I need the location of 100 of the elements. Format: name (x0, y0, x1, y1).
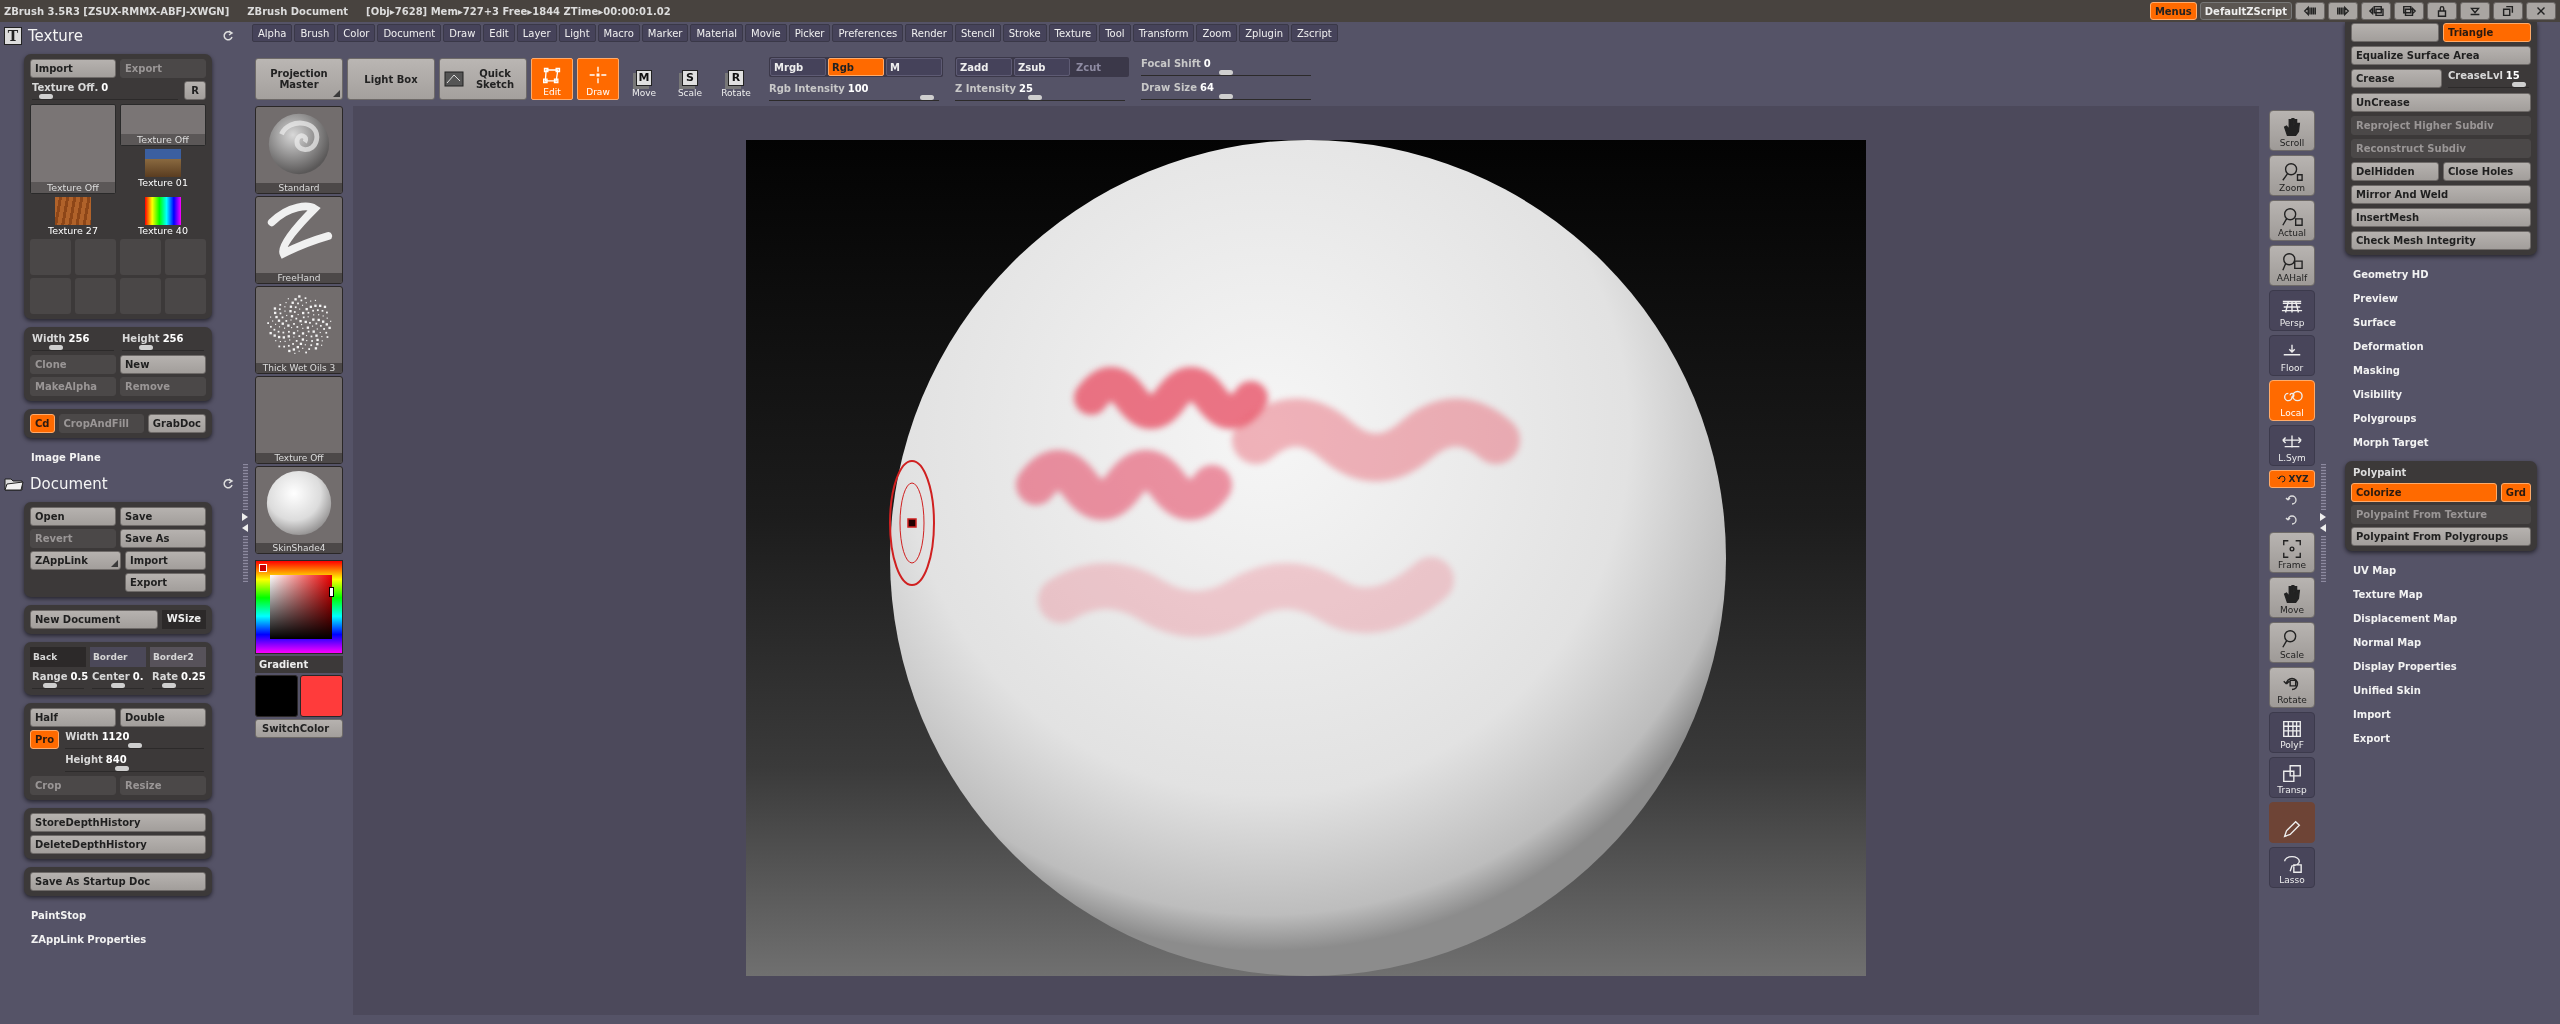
palette-button[interactable]: DeleteDepthHistory (30, 835, 206, 854)
scroll-grip[interactable] (2320, 464, 2326, 510)
menu-item[interactable]: Brush (294, 24, 336, 42)
texture-thumbnail[interactable]: Texture Off (120, 104, 206, 146)
menu-item[interactable]: Document (377, 24, 442, 42)
palette-button[interactable]: UnCrease (2351, 93, 2531, 112)
toolbar-button[interactable]: Projection Master (255, 58, 343, 100)
subpalette-heading[interactable]: Morph Target (2330, 431, 2560, 455)
slider-track[interactable] (32, 345, 114, 351)
palette-button[interactable]: Open (30, 507, 116, 526)
window-button[interactable] (2394, 2, 2424, 20)
view-tool-button[interactable]: Transp (2269, 757, 2315, 798)
window-button[interactable] (2361, 2, 2391, 20)
palette-button[interactable]: Export (125, 573, 206, 592)
depth-toggle[interactable]: Zadd (956, 58, 1012, 76)
window-button[interactable] (2295, 2, 2325, 20)
titlebar-button[interactable]: DefaultZScript (2199, 2, 2292, 20)
menu-item[interactable]: Draw (443, 24, 482, 42)
slider-track[interactable] (152, 683, 204, 689)
channel-toggle[interactable]: Mrgb (770, 58, 826, 76)
menu-item[interactable]: Stroke (1002, 24, 1047, 42)
palette-button[interactable]: ZAppLink (30, 551, 121, 570)
window-button[interactable] (2328, 2, 2358, 20)
view-tool-button[interactable]: Lasso (2269, 847, 2315, 888)
subpalette-heading[interactable]: Visibility (2330, 383, 2560, 407)
view-tool-button[interactable]: Scale (2269, 622, 2315, 663)
palette-title[interactable]: Document (30, 475, 108, 493)
refresh-icon[interactable] (222, 30, 234, 42)
color-swatch[interactable] (300, 675, 343, 717)
slider-handle[interactable] (1219, 94, 1233, 99)
palette-button[interactable]: StoreDepthHistory (30, 813, 206, 832)
palette-button[interactable]: Save As (120, 529, 206, 548)
channel-toggle[interactable]: M (886, 58, 942, 76)
view-tool-button[interactable]: Persp (2269, 290, 2315, 331)
palette-button[interactable]: Close Holes (2443, 162, 2531, 181)
menu-item[interactable]: Render (905, 24, 953, 42)
subpalette-heading[interactable]: ZAppLink Properties (0, 928, 240, 952)
gradient-label[interactable]: Gradient (255, 656, 343, 673)
menu-item[interactable]: Zscript (1291, 24, 1338, 42)
slider-track[interactable] (65, 743, 204, 749)
subpalette-heading[interactable]: Deformation (2330, 335, 2560, 359)
menu-item[interactable]: Transform (1132, 24, 1195, 42)
window-button[interactable] (2460, 2, 2490, 20)
slider-track[interactable] (32, 683, 84, 689)
slider-handle[interactable] (161, 683, 176, 688)
subpalette-heading[interactable]: Geometry HD (2330, 263, 2560, 287)
switch-color-button[interactable]: SwitchColor (255, 719, 343, 738)
menu-item[interactable]: Color (337, 24, 376, 42)
palette-button[interactable]: DelHidden (2351, 162, 2439, 181)
color-button[interactable]: Border2 (150, 647, 206, 667)
palette-button[interactable]: InsertMesh (2351, 208, 2531, 227)
color-button[interactable]: Back (30, 647, 86, 667)
scroll-grip[interactable] (2320, 536, 2326, 582)
slider-handle[interactable] (43, 683, 58, 688)
palette-button[interactable]: Cd (30, 414, 55, 433)
texture-thumbnail[interactable]: Texture Off (30, 104, 116, 194)
toolbar-button[interactable]: Light Box (347, 58, 435, 100)
brush-thumbnail[interactable]: Texture Off (255, 376, 343, 464)
rotate-icon[interactable] (2284, 492, 2300, 508)
menu-item[interactable]: Material (690, 24, 744, 42)
color-button[interactable]: Border (90, 647, 146, 667)
toolbar-button[interactable]: Quick Sketch (439, 58, 527, 100)
view-tool-button[interactable]: AAHalf (2269, 245, 2315, 286)
palette-button[interactable]: Double (120, 708, 206, 727)
brush-thumbnail[interactable]: FreeHand (255, 196, 343, 284)
menu-item[interactable]: Tool (1099, 24, 1131, 42)
subpalette-heading[interactable]: Texture Map (2330, 583, 2560, 607)
slider-track[interactable] (1141, 94, 1311, 100)
panel-toggle-icon[interactable] (241, 512, 249, 534)
palette-button[interactable]: Polypaint From Polygroups (2351, 527, 2531, 546)
view-tool-button[interactable]: Floor (2269, 335, 2315, 376)
window-button[interactable] (2427, 2, 2457, 20)
menu-item[interactable]: Movie (745, 24, 787, 42)
menu-item[interactable]: Zplugin (1239, 24, 1289, 42)
brush-thumbnail[interactable]: SkinShade4 (255, 466, 343, 554)
menu-item[interactable]: Picker (788, 24, 831, 42)
texture-thumbnail[interactable]: Texture 27 (30, 197, 116, 236)
palette-title[interactable]: Texture (28, 27, 83, 45)
subpalette-heading[interactable]: Image Plane (0, 446, 240, 470)
color-picker[interactable] (255, 560, 343, 654)
palette-button[interactable]: Save (120, 507, 206, 526)
mode-button[interactable]: S Scale (669, 58, 711, 100)
menu-item[interactable]: Stencil (954, 24, 1001, 42)
channel-toggle[interactable]: Rgb (828, 58, 884, 76)
palette-button[interactable]: Import (30, 59, 116, 78)
palette-button[interactable]: GrabDoc (147, 414, 206, 433)
subpalette-heading[interactable]: Display Properties (2330, 655, 2560, 679)
palette-button[interactable]: Colorize (2351, 483, 2497, 502)
palette-button[interactable]: Half (30, 708, 116, 727)
menu-item[interactable]: Light (558, 24, 596, 42)
view-tool-button[interactable]: Zoom (2269, 155, 2315, 196)
slider-track[interactable] (1141, 70, 1311, 76)
subpalette-heading[interactable]: Displacement Map (2330, 607, 2560, 631)
brush-thumbnail[interactable]: Standard (255, 106, 343, 194)
rotate-icon[interactable] (2284, 512, 2300, 528)
mode-button[interactable]: M Move (623, 58, 665, 100)
scroll-grip[interactable] (242, 536, 248, 582)
mode-button[interactable]: R Rotate (715, 58, 757, 100)
palette-button[interactable]: Mirror And Weld (2351, 185, 2531, 204)
menu-item[interactable]: Edit (483, 24, 515, 42)
